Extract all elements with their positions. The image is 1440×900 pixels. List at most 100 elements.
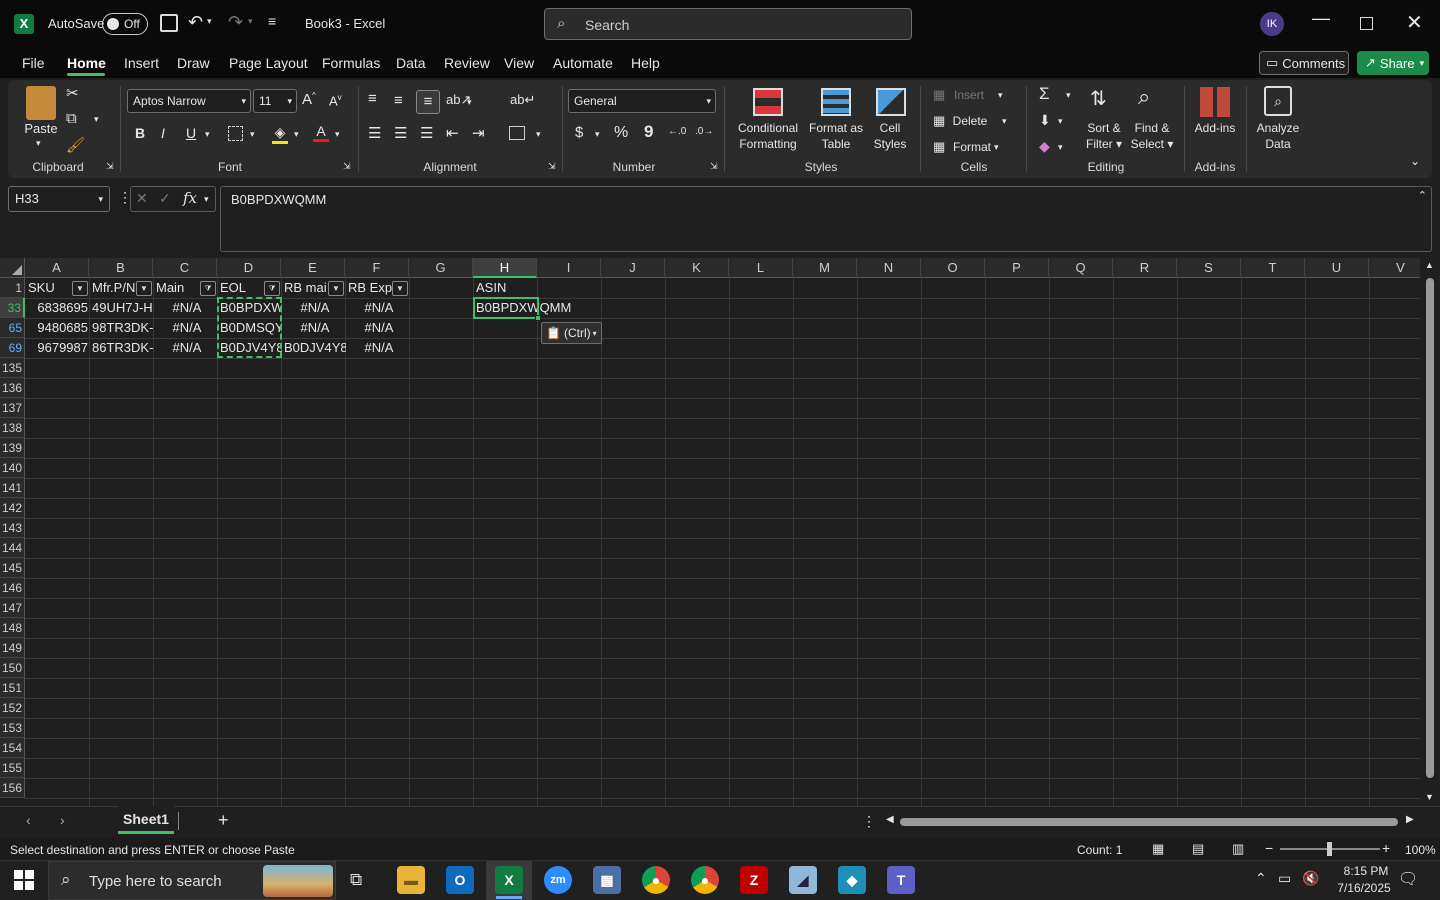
row-header-149[interactable]: 149 [0, 638, 25, 658]
formula-collapse-icon[interactable]: ⌃ [1418, 189, 1427, 202]
row-header-155[interactable]: 155 [0, 758, 25, 778]
cell-b1[interactable]: Mfr.P/N [90, 278, 136, 298]
tab-page-layout[interactable]: Page Layout [229, 55, 308, 71]
tab-file[interactable]: File [22, 55, 45, 71]
column-header-h[interactable]: H [473, 258, 537, 278]
analyze-data-icon[interactable]: ⌕ [1264, 86, 1292, 116]
windows-start-icon[interactable] [14, 870, 34, 890]
column-header-c[interactable]: C [153, 258, 217, 278]
underline-icon[interactable]: U [186, 125, 196, 141]
number-launcher-icon[interactable]: ⇲ [710, 161, 718, 172]
column-header-a[interactable]: A [25, 258, 89, 278]
cut-icon[interactable]: ✂ [66, 84, 79, 102]
filter-sku-icon[interactable]: ▼ [72, 281, 88, 296]
zoom-out-icon[interactable]: − [1265, 840, 1273, 856]
restore-icon[interactable] [1360, 17, 1373, 30]
vertical-scrollbar[interactable]: ▲ ▼ [1420, 258, 1440, 806]
conditional-formatting-button[interactable]: Conditional Formatting [730, 120, 806, 152]
row-header-148[interactable]: 148 [0, 618, 25, 638]
format-dropdown-icon[interactable]: ▾ [994, 142, 999, 153]
alignment-launcher-icon[interactable]: ⇲ [548, 161, 556, 172]
zoom-level[interactable]: 100% [1405, 843, 1436, 857]
fill-handle[interactable] [535, 315, 541, 321]
underline-dropdown-icon[interactable]: ▾ [205, 129, 210, 140]
column-header-o[interactable]: O [921, 258, 985, 278]
number-format-dropdown[interactable]: General ▾ [568, 89, 716, 113]
cell-e1[interactable]: RB mai [282, 278, 328, 298]
scroll-down-icon[interactable]: ▼ [1425, 792, 1434, 802]
search-box[interactable]: ⌕ Search [544, 8, 912, 40]
formula-input[interactable]: B0BPDXWQMM ⌃ [220, 186, 1432, 252]
column-header-u[interactable]: U [1305, 258, 1369, 278]
paste-icon[interactable] [26, 86, 56, 120]
worksheet-grid[interactable]: ABCDEFGHIJKLMNOPQRSTUV 1 33 65 69 135 136 137 1… [0, 258, 1420, 806]
currency-icon[interactable]: $ [575, 124, 583, 141]
format-painter-icon[interactable]: 🖌 [66, 136, 85, 154]
add-ins-button[interactable]: Add-ins [1190, 120, 1240, 136]
tab-insert[interactable]: Insert [124, 55, 159, 71]
increase-font-size-icon[interactable]: A^ [302, 91, 316, 108]
row-header-154[interactable]: 154 [0, 738, 25, 758]
comments-button[interactable]: ▭ Comments [1259, 51, 1349, 75]
cell-f65[interactable]: #N/A [346, 318, 410, 338]
filter-eol-icon[interactable]: ⧩ [264, 281, 280, 296]
column-header-g[interactable]: G [409, 258, 473, 278]
cell-c33[interactable]: #N/A [154, 298, 218, 318]
scroll-left-icon[interactable]: ◀ [886, 814, 894, 825]
chrome-profile-icon[interactable]: ● [691, 866, 719, 894]
find-select-icon[interactable]: ⌕ [1138, 84, 1150, 110]
horizontal-scroll-thumb[interactable] [900, 818, 1398, 826]
tab-formulas[interactable]: Formulas [322, 55, 380, 71]
borders-icon[interactable] [228, 126, 243, 141]
cell-b33[interactable]: 49UH7J-H [90, 298, 154, 318]
filezilla-icon[interactable]: Z [740, 866, 768, 894]
scroll-up-icon[interactable]: ▲ [1425, 260, 1434, 270]
network-icon[interactable]: ▭ [1278, 870, 1291, 887]
row-header-139[interactable]: 139 [0, 438, 25, 458]
zoom-slider[interactable] [1280, 842, 1380, 856]
show-hidden-icons-icon[interactable]: ⌃ [1255, 870, 1267, 887]
column-header-s[interactable]: S [1177, 258, 1241, 278]
font-name-dropdown[interactable]: Aptos Narrow ▾ [127, 89, 251, 113]
increase-decimal-icon[interactable]: ←.0 [668, 126, 686, 137]
tab-automate[interactable]: Automate [553, 55, 613, 71]
tab-help[interactable]: Help [631, 55, 660, 71]
scroll-right-icon[interactable]: ▶ [1406, 814, 1414, 825]
column-header-k[interactable]: K [665, 258, 729, 278]
more-sheets-icon[interactable]: ⋮ [862, 813, 876, 830]
analyze-data-button[interactable]: Analyze Data [1252, 120, 1304, 152]
task-view-icon[interactable]: ⧉ [350, 870, 362, 890]
row-header-152[interactable]: 152 [0, 698, 25, 718]
insert-function-icon[interactable]: fx [183, 189, 197, 207]
decrease-decimal-icon[interactable]: .0→ [695, 126, 713, 137]
fill-dropdown-icon[interactable]: ▾ [1058, 116, 1063, 127]
tab-data[interactable]: Data [396, 55, 426, 71]
insert-dropdown-icon[interactable]: ▾ [998, 90, 1003, 101]
calculator-icon[interactable]: ▦ [593, 866, 621, 894]
horizontal-scrollbar[interactable]: ◀ ▶ [884, 814, 1420, 830]
font-color-dropdown-icon[interactable]: ▾ [335, 129, 340, 140]
orientation-dropdown-icon[interactable]: ▾ [467, 97, 472, 108]
paste-options-button[interactable]: 📋 (Ctrl) ▾ [541, 322, 602, 344]
sort-filter-button[interactable]: Sort & Filter ▾ [1082, 120, 1126, 152]
column-header-f[interactable]: F [345, 258, 409, 278]
cell-f69[interactable]: #N/A [346, 338, 410, 358]
row-header-147[interactable]: 147 [0, 598, 25, 618]
file-explorer-icon[interactable]: ▬ [397, 866, 425, 894]
cell-f1[interactable]: RB Exp [346, 278, 392, 298]
cell-f33[interactable]: #N/A [346, 298, 410, 318]
row-header-136[interactable]: 136 [0, 378, 25, 398]
prev-sheet-icon[interactable]: ‹ [26, 812, 31, 828]
bottom-align-icon[interactable]: ≡ [416, 90, 440, 114]
minimize-icon[interactable]: — [1312, 8, 1330, 29]
row-header-140[interactable]: 140 [0, 458, 25, 478]
cancel-entry-icon[interactable]: ✕ [136, 190, 148, 207]
paste-dropdown-icon[interactable]: ▾ [36, 138, 41, 149]
avatar[interactable]: IK [1260, 12, 1284, 36]
column-header-q[interactable]: Q [1049, 258, 1113, 278]
align-left-icon[interactable]: ☰ [368, 124, 381, 142]
confirm-entry-icon[interactable]: ✓ [159, 190, 171, 207]
tab-draw[interactable]: Draw [177, 55, 210, 71]
row-header-138[interactable]: 138 [0, 418, 25, 438]
increase-indent-icon[interactable]: ⇥ [472, 124, 485, 142]
